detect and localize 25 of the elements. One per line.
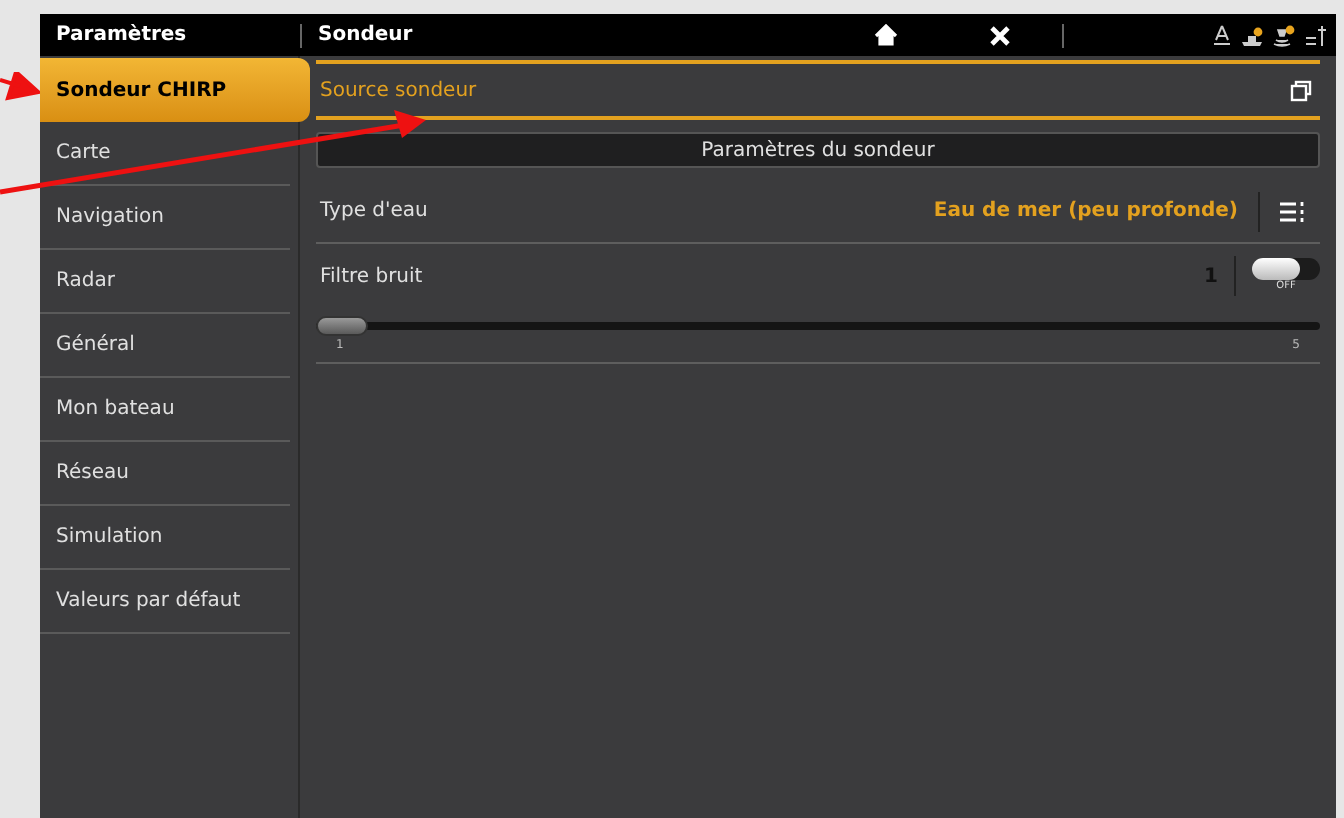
- sidebar-item[interactable]: Navigation: [40, 186, 290, 250]
- source-label: Source sondeur: [320, 77, 477, 105]
- sidebar-item[interactable]: Réseau: [40, 442, 290, 506]
- setting-label: Filtre bruit: [320, 263, 423, 291]
- sidebar-item[interactable]: Simulation: [40, 506, 290, 570]
- close-icon[interactable]: [990, 25, 1010, 45]
- sidebar-item[interactable]: Carte: [40, 122, 290, 186]
- source-row[interactable]: Source sondeur: [316, 60, 1320, 120]
- sidebar-item[interactable]: Radar: [40, 250, 290, 314]
- slider-thumb[interactable]: [316, 316, 368, 336]
- home-icon[interactable]: [874, 24, 898, 46]
- list-menu-icon[interactable]: [1280, 201, 1304, 221]
- setting-value[interactable]: Eau de mer (peu profonde): [933, 196, 1238, 226]
- toggle-switch[interactable]: [1252, 258, 1320, 280]
- boat-icon: [1240, 23, 1264, 47]
- sidebar-item[interactable]: Valeurs par défaut: [40, 570, 290, 634]
- window-title: Paramètres: [54, 22, 189, 50]
- sidebar-item[interactable]: Général: [40, 314, 290, 378]
- section-header: Paramètres du sondeur: [316, 132, 1320, 168]
- section-title: Sondeur: [316, 22, 415, 50]
- sonar-icon: [1272, 23, 1296, 47]
- windows-icon[interactable]: [1290, 79, 1312, 101]
- sidebar-item[interactable]: Mon bateau: [40, 378, 290, 442]
- setting-label: Type d'eau: [320, 198, 428, 226]
- sidebar-item[interactable]: Sondeur CHIRP: [40, 58, 310, 122]
